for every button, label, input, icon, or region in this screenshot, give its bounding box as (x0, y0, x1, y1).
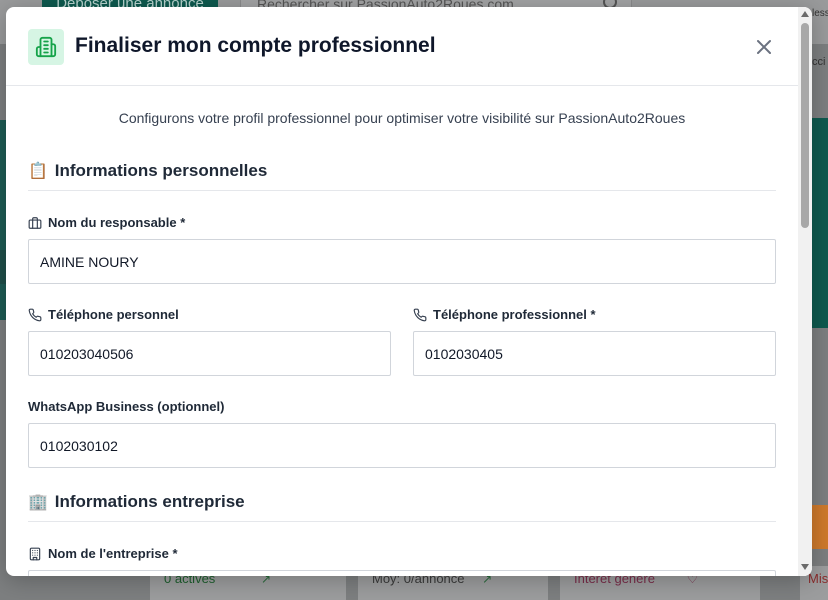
scroll-up-arrow-icon[interactable] (801, 11, 809, 17)
building-small-icon (28, 547, 48, 564)
phone-pro-label-text: Téléphone professionnel * (433, 307, 596, 322)
phone-icon (28, 308, 48, 325)
company-name-label: Nom de l'entreprise * (28, 546, 178, 564)
scrollbar-thumb[interactable] (801, 23, 809, 228)
whatsapp-input[interactable] (28, 423, 776, 468)
responsable-label: Nom du responsable * (28, 215, 185, 233)
section-title: Informations entreprise (54, 492, 245, 511)
close-button[interactable] (752, 35, 776, 59)
responsable-label-text: Nom du responsable * (48, 215, 186, 230)
modal-body[interactable]: Configurons votre profil professionnel p… (6, 86, 798, 576)
clipboard-icon: 📋 (28, 163, 48, 180)
building-icon (28, 29, 64, 65)
close-icon[interactable] (752, 35, 776, 59)
phone-pro-label: Téléphone professionnel * (413, 307, 596, 325)
background-cut-text: less (812, 8, 828, 19)
background-cut-tab: cci (812, 56, 826, 68)
responsable-input[interactable] (28, 239, 776, 284)
modal-title: Finaliser mon compte professionnel (75, 34, 436, 57)
section-title: Informations personnelles (54, 161, 268, 180)
phone-icon (413, 308, 433, 325)
phone-pro-input[interactable] (413, 331, 776, 376)
phone-personal-label: Téléphone personnel (28, 307, 179, 325)
intro-text: Configurons votre profil professionnel p… (118, 110, 686, 126)
scrollbar[interactable] (798, 7, 812, 576)
whatsapp-label-text: WhatsApp Business (optionnel) (28, 399, 225, 414)
scroll-down-arrow-icon[interactable] (801, 564, 809, 570)
company-name-label-text: Nom de l'entreprise * (48, 546, 178, 561)
section-company-info: 🏢 Informations entreprise (28, 492, 776, 522)
background-orange-badge (812, 505, 828, 549)
company-name-input[interactable] (28, 570, 776, 576)
whatsapp-label: WhatsApp Business (optionnel) (28, 399, 224, 414)
phone-personal-input[interactable] (28, 331, 391, 376)
phone-personal-label-text: Téléphone personnel (48, 307, 179, 322)
section-personal-info: 📋 Informations personnelles (28, 161, 776, 191)
office-building-icon: 🏢 (28, 494, 48, 511)
modal-header: Finaliser mon compte professionnel (6, 7, 798, 86)
finalize-account-modal: Finaliser mon compte professionnel Confi… (6, 7, 812, 576)
briefcase-icon (28, 216, 48, 233)
